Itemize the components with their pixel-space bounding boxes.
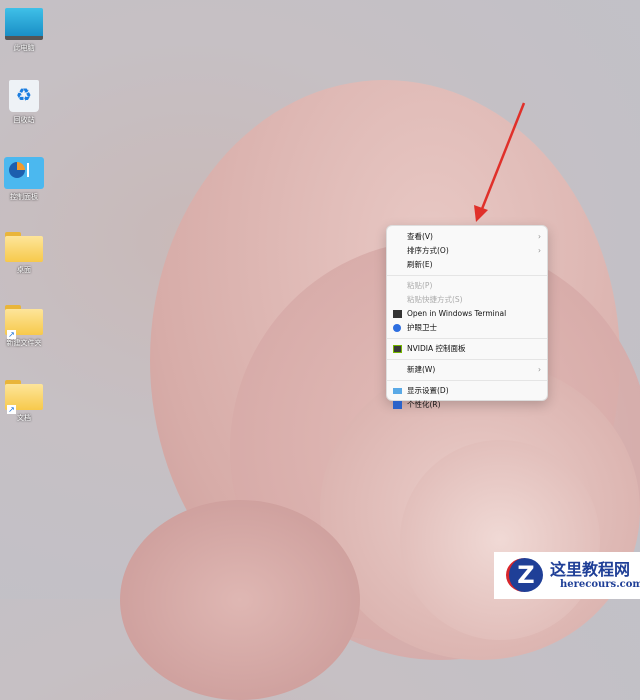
nvidia-icon — [393, 345, 402, 353]
menu-item-view[interactable]: 查看(V) › — [387, 230, 547, 244]
shortcut-arrow-icon: ↗ — [7, 330, 16, 339]
divider — [387, 338, 547, 339]
shortcut-arrow-icon: ↗ — [7, 405, 16, 414]
divider — [387, 380, 547, 381]
desktop-icon-documents[interactable]: ↗ 文档 — [2, 380, 46, 423]
divider — [387, 359, 547, 360]
menu-label: 粘贴(P) — [407, 281, 433, 290]
menu-item-open-terminal[interactable]: Open in Windows Terminal — [387, 307, 547, 321]
chevron-right-icon: › — [538, 365, 541, 374]
menu-label: 护眼卫士 — [407, 323, 437, 332]
desktop-icon-label: 桌面 — [17, 266, 31, 274]
context-menu: 查看(V) › 排序方式(O) › 刷新(E) 粘贴(P) 粘贴快捷方式(S) Op… — [386, 225, 548, 409]
menu-label: 排序方式(O) — [407, 246, 449, 255]
computer-icon — [5, 8, 43, 40]
desktop-icon-recycle-bin[interactable]: ♻ 回收站 — [2, 80, 46, 125]
folder-icon — [5, 232, 43, 262]
watermark: Z 这里教程网 herecours.com — [494, 552, 640, 599]
menu-item-sort[interactable]: 排序方式(O) › — [387, 244, 547, 258]
terminal-icon — [393, 310, 402, 318]
eye-guard-icon — [393, 324, 401, 332]
menu-label: 显示设置(D) — [407, 386, 449, 395]
desktop-icon-label: 此电脑 — [13, 44, 35, 52]
chevron-right-icon: › — [538, 246, 541, 255]
recycle-bin-icon: ♻ — [9, 80, 39, 112]
menu-item-paste: 粘贴(P) — [387, 279, 547, 293]
menu-item-paste-shortcut: 粘贴快捷方式(S) — [387, 293, 547, 307]
desktop-icon-label: 文档 — [17, 414, 31, 422]
control-panel-icon — [4, 157, 44, 189]
menu-item-nvidia[interactable]: NVIDIA 控制面板 — [387, 342, 547, 356]
divider — [387, 275, 547, 276]
desktop-icon-desktop-folder[interactable]: 桌面 — [2, 232, 46, 275]
menu-item-personalize[interactable]: 个性化(R) — [387, 398, 547, 412]
menu-label: 刷新(E) — [407, 260, 433, 269]
desktop-icon-label: 新建文件夹 — [6, 339, 42, 347]
watermark-title: 这里教程网 — [550, 560, 631, 579]
menu-label: NVIDIA 控制面板 — [407, 344, 466, 353]
menu-label: 个性化(R) — [407, 400, 441, 409]
menu-item-display-settings[interactable]: 显示设置(D) — [387, 384, 547, 398]
chevron-right-icon: › — [538, 232, 541, 241]
desktop-icon-new-folder[interactable]: ↗ 新建文件夹 — [2, 305, 46, 348]
menu-label: 新建(W) — [407, 365, 436, 374]
desktop-icon-label: 控制面板 — [10, 193, 38, 201]
desktop-icon-label: 回收站 — [13, 116, 35, 124]
watermark-logo-icon: Z — [506, 558, 543, 592]
display-icon — [393, 388, 402, 394]
menu-label: 粘贴快捷方式(S) — [407, 295, 463, 304]
menu-item-eye-guard[interactable]: 护眼卫士 — [387, 321, 547, 335]
watermark-url: herecours.com — [560, 579, 640, 590]
desktop-icon-this-pc[interactable]: 此电脑 — [2, 8, 46, 53]
menu-item-new[interactable]: 新建(W) › — [387, 363, 547, 377]
menu-item-refresh[interactable]: 刷新(E) — [387, 258, 547, 272]
menu-label: 查看(V) — [407, 232, 433, 241]
desktop-icon-control-panel[interactable]: 控制面板 — [2, 157, 46, 202]
menu-label: Open in Windows Terminal — [407, 309, 507, 318]
folder-shortcut-icon: ↗ — [5, 305, 43, 339]
folder-shortcut-icon: ↗ — [5, 380, 43, 414]
personalize-icon — [393, 401, 402, 409]
